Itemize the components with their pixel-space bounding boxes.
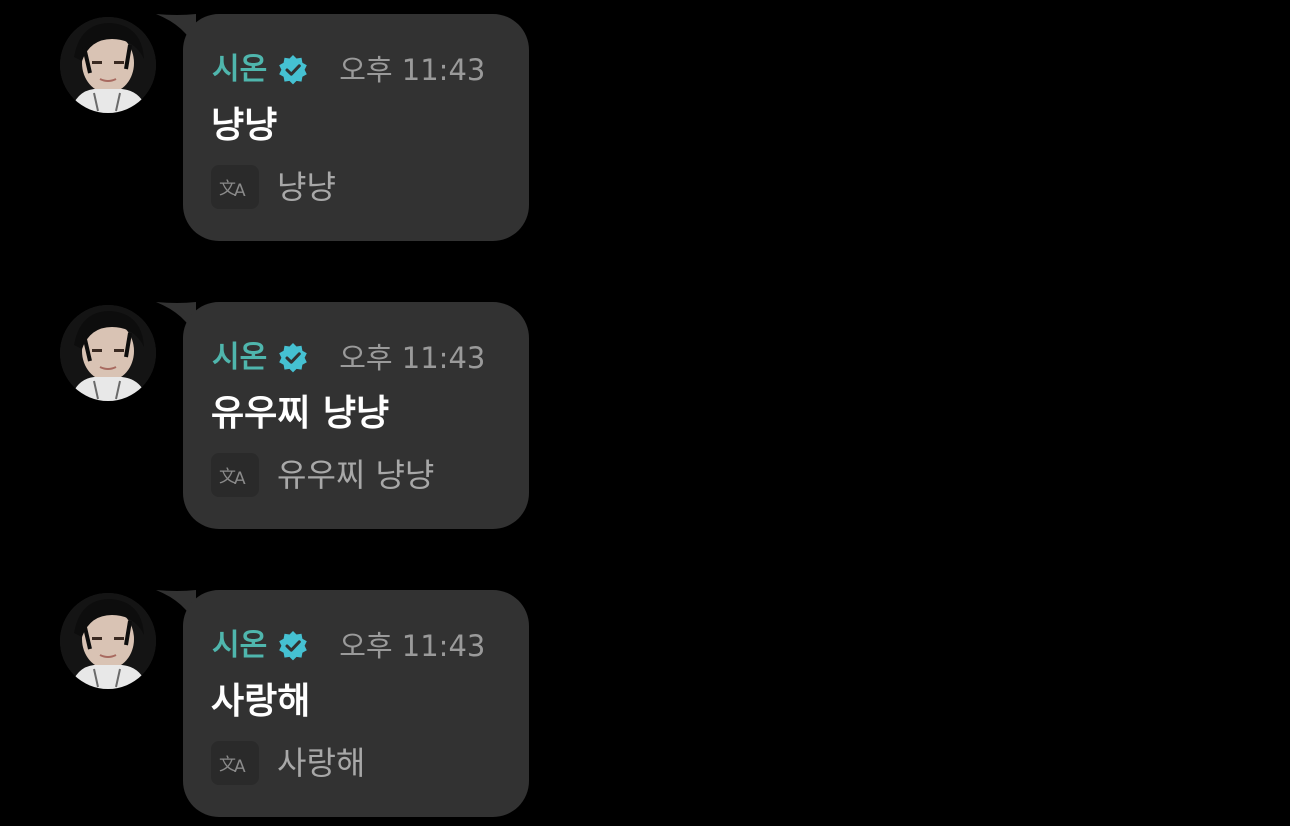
sender-name: 시온 bbox=[212, 340, 268, 375]
verified-badge-icon bbox=[277, 342, 309, 374]
avatar[interactable] bbox=[60, 305, 156, 401]
svg-text:A: A bbox=[234, 469, 246, 487]
verified-badge-icon bbox=[277, 54, 309, 86]
avatar[interactable] bbox=[60, 17, 156, 113]
message-text: 사랑해 bbox=[211, 681, 311, 722]
sender-name: 시온 bbox=[212, 52, 268, 87]
message-text: 유우찌 냥냥 bbox=[211, 393, 390, 434]
sender-name: 시온 bbox=[212, 628, 268, 663]
translation-row[interactable]: 文 A 사랑해 bbox=[211, 740, 365, 786]
message-header: 시온 오후 11:43 bbox=[212, 50, 485, 90]
message-bubble[interactable]: 시온 오후 11:43 유우찌 냥냥 文 A 유우찌 냥냥 bbox=[183, 302, 529, 529]
message-text: 냥냥 bbox=[211, 105, 278, 146]
avatar[interactable] bbox=[60, 593, 156, 689]
message-timestamp: 오후 11:43 bbox=[339, 341, 486, 375]
message-header: 시온 오후 11:43 bbox=[212, 626, 485, 666]
verified-badge-icon bbox=[277, 630, 309, 662]
svg-text:A: A bbox=[234, 181, 246, 199]
message-item[interactable]: 시온 오후 11:43 유우찌 냥냥 文 A 유우찌 냥냥 bbox=[0, 302, 600, 532]
translated-text: 유우찌 냥냥 bbox=[277, 456, 435, 494]
message-item[interactable]: 시온 오후 11:43 사랑해 文 A 사랑해 bbox=[0, 590, 600, 820]
message-timestamp: 오후 11:43 bbox=[339, 53, 486, 87]
translate-icon[interactable]: 文 A bbox=[211, 165, 259, 209]
translated-text: 냥냥 bbox=[277, 168, 336, 206]
svg-text:A: A bbox=[234, 757, 246, 775]
translate-icon[interactable]: 文 A bbox=[211, 453, 259, 497]
message-header: 시온 오후 11:43 bbox=[212, 338, 485, 378]
translate-icon[interactable]: 文 A bbox=[211, 741, 259, 785]
message-bubble[interactable]: 시온 오후 11:43 사랑해 文 A 사랑해 bbox=[183, 590, 529, 817]
message-bubble[interactable]: 시온 오후 11:43 냥냥 文 A 냥냥 bbox=[183, 14, 529, 241]
translation-row[interactable]: 文 A 유우찌 냥냥 bbox=[211, 452, 434, 498]
translated-text: 사랑해 bbox=[277, 744, 366, 782]
message-timestamp: 오후 11:43 bbox=[339, 629, 486, 663]
translation-row[interactable]: 文 A 냥냥 bbox=[211, 164, 336, 210]
message-item[interactable]: 시온 오후 11:43 냥냥 文 A 냥냥 bbox=[0, 14, 600, 244]
